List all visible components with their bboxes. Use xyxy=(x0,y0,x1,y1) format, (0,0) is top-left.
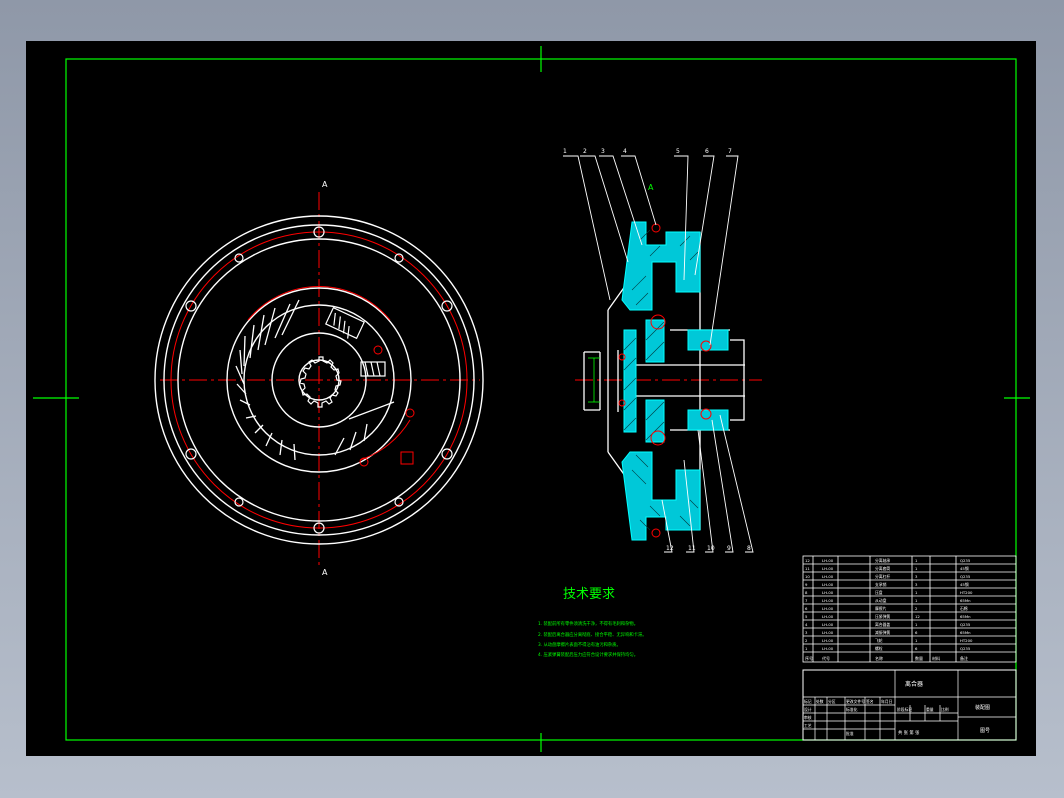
parts-cell: 分离轴承 xyxy=(875,558,890,563)
parts-cell: 从动盘 xyxy=(875,598,887,603)
drawing-number: 装配图 xyxy=(975,704,990,711)
tb-label-zone: 分区 xyxy=(828,699,836,704)
parts-header-cell: 数量 xyxy=(915,655,923,661)
drawing-paper xyxy=(26,41,1036,756)
tech-note-4: 4. 压紧弹簧装配后压力应符合设计要求并保持均匀。 xyxy=(538,651,638,658)
parts-cell: 螺栓 xyxy=(875,646,883,651)
balloon-4: 4 xyxy=(623,148,627,155)
section-view-marker: A xyxy=(648,183,654,192)
parts-cell: LH-00 xyxy=(822,598,834,603)
tech-note-2: 2. 装配后离合器应分离彻底、接合平稳、无异响和卡滞。 xyxy=(538,631,647,638)
parts-cell: Q235 xyxy=(960,574,971,579)
balloon-3: 3 xyxy=(601,148,605,155)
parts-cell: LH-00 xyxy=(822,590,834,595)
parts-cell: LH-00 xyxy=(822,606,834,611)
parts-cell: HT200 xyxy=(960,638,973,643)
parts-cell: Q235 xyxy=(960,622,971,627)
tech-note-1: 1. 装配前所有零件须清洗干净，不得有毛刺和杂物。 xyxy=(538,620,638,627)
parts-cell: 10 xyxy=(805,574,810,579)
tb-label-review: 审核 xyxy=(804,715,812,720)
parts-header-cell: 代号 xyxy=(822,655,830,661)
parts-cell: LH-00 xyxy=(822,630,834,635)
parts-cell: 石棉 xyxy=(960,606,968,611)
parts-cell: Q235 xyxy=(960,646,971,651)
parts-header-cell: 序号 xyxy=(805,655,813,661)
tb-label-change: 更改文件号 xyxy=(846,699,865,704)
parts-cell: LH-00 xyxy=(822,558,834,563)
tb-label-design: 设计 xyxy=(804,707,812,712)
parts-cell: LH-00 xyxy=(822,582,834,587)
balloon-12: 12 xyxy=(666,545,674,552)
tech-heading: 技术要求 xyxy=(563,587,615,602)
tb-label-mark: 标记 xyxy=(804,699,812,704)
tb-label-scale: 比例 xyxy=(941,707,949,712)
tb-label-standard: 标准化 xyxy=(846,707,858,712)
tb-label-stage: 阶段标记 xyxy=(897,707,912,712)
cad-drawing-sheet: A A 1 2 3 4 5 6 7 12 11 10 9 8 A 技术要求 1.… xyxy=(26,41,1036,756)
parts-cell: 12 xyxy=(805,558,810,563)
parts-header-cell: 备注 xyxy=(960,655,968,661)
balloon-1: 1 xyxy=(563,148,567,155)
parts-cell: 压紧弹簧 xyxy=(875,614,890,619)
tb-label-weight: 重量 xyxy=(926,707,934,712)
parts-cell: 减振弹簧 xyxy=(875,630,890,635)
balloon-6: 6 xyxy=(705,148,709,155)
parts-cell: 分离杠杆 xyxy=(875,574,890,579)
parts-cell: 45钢 xyxy=(960,582,969,587)
parts-cell: 离合器盖 xyxy=(875,622,890,627)
balloon-8: 8 xyxy=(747,545,751,552)
tb-label-date: 年月日 xyxy=(881,699,893,704)
parts-cell: Q235 xyxy=(960,558,971,563)
tb-label-process: 工艺 xyxy=(804,723,812,728)
parts-cell: LH-00 xyxy=(822,646,834,651)
parts-cell: 摩擦片 xyxy=(875,606,887,611)
balloon-10: 10 xyxy=(707,545,715,552)
parts-cell: 支承销 xyxy=(875,582,887,587)
cad-viewport[interactable]: A A 1 2 3 4 5 6 7 12 11 10 9 8 A 技术要求 1.… xyxy=(0,0,1064,798)
balloon-7: 7 xyxy=(728,148,732,155)
parts-cell: 飞轮 xyxy=(875,638,883,643)
parts-cell: LH-00 xyxy=(822,574,834,579)
tech-note-3: 3. 从动盘摩擦片表面不得沾有油污和杂质。 xyxy=(538,641,621,648)
section-mark-top: A xyxy=(322,180,328,189)
parts-cell: 压盘 xyxy=(875,590,883,595)
parts-cell: 65Mn xyxy=(960,630,971,635)
parts-cell: HT200 xyxy=(960,590,973,595)
tb-label-count: 处数 xyxy=(816,699,824,704)
parts-cell: 65Mn xyxy=(960,614,971,619)
balloon-9: 9 xyxy=(727,545,731,552)
part-code: 图号 xyxy=(980,728,990,734)
parts-cell: 65Mn xyxy=(960,598,971,603)
section-mark-bottom: A xyxy=(322,568,328,577)
balloon-11: 11 xyxy=(688,545,696,552)
parts-cell: LH-00 xyxy=(822,566,834,571)
parts-cell: LH-00 xyxy=(822,622,834,627)
drawing-name: 离合器 xyxy=(905,680,923,688)
balloon-2: 2 xyxy=(583,148,587,155)
parts-header-cell: 材料 xyxy=(932,655,940,661)
parts-cell: 分离套筒 xyxy=(875,566,890,571)
balloon-5: 5 xyxy=(676,148,680,155)
parts-cell: 11 xyxy=(805,566,810,571)
parts-cell: 12 xyxy=(915,614,920,619)
parts-cell: LH-00 xyxy=(822,638,834,643)
sheet-label: 共 张 第 张 xyxy=(898,729,920,736)
parts-cell: 45钢 xyxy=(960,566,969,571)
tb-label-sign: 签名 xyxy=(866,699,874,704)
tb-label-approve: 批准 xyxy=(846,731,854,736)
parts-header-cell: 名称 xyxy=(875,655,883,661)
parts-cell: LH-00 xyxy=(822,614,834,619)
